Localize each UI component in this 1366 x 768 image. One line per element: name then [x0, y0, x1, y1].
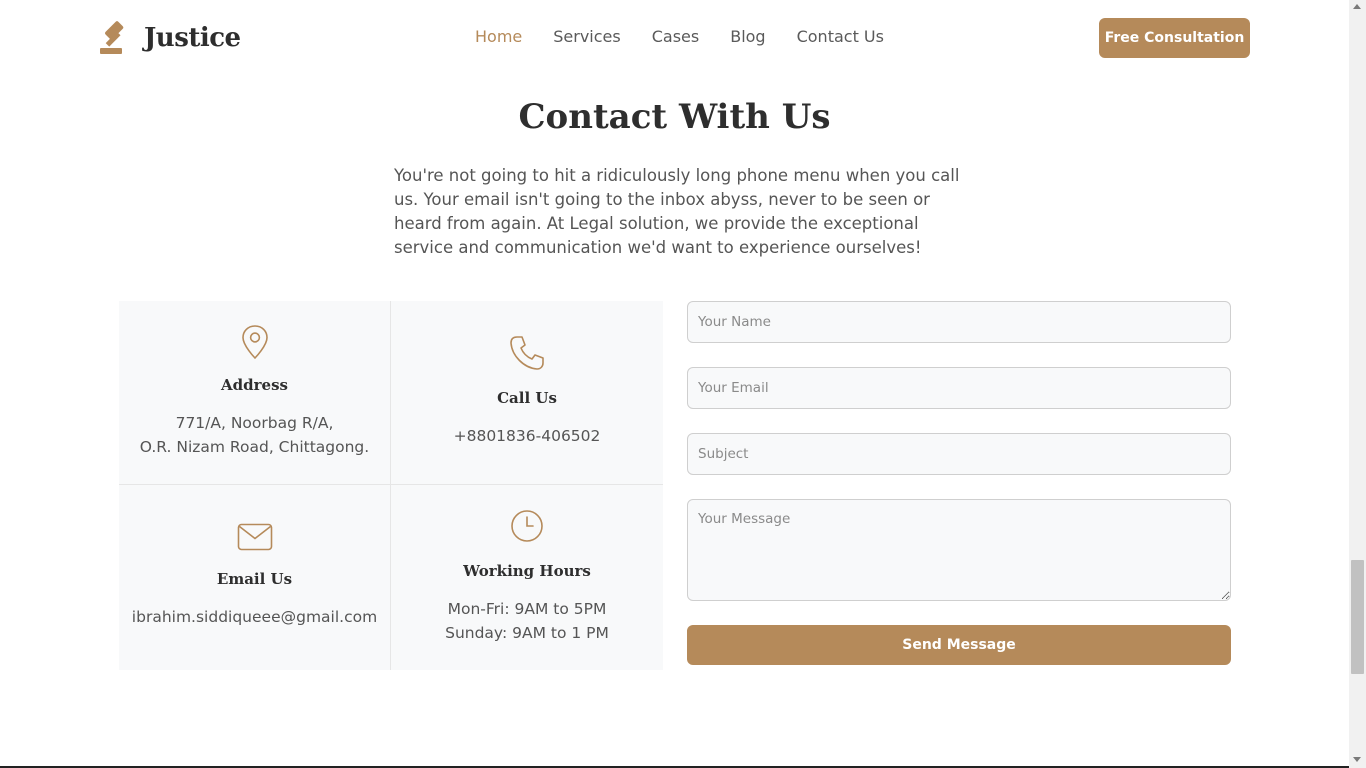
name-input[interactable]	[687, 301, 1231, 343]
hours-sunday: Sunday: 9AM to 1 PM	[445, 624, 609, 642]
hours-weekdays: Mon-Fri: 9AM to 5PM	[447, 600, 607, 618]
section-intro: You're not going to hit a ridiculously l…	[394, 166, 960, 257]
send-message-button[interactable]: Send Message	[687, 625, 1231, 665]
call-title: Call Us	[497, 389, 557, 407]
info-hours: Working Hours Mon-Fri: 9AM to 5PM Sunday…	[391, 485, 663, 670]
info-email: Email Us ibrahim.siddiqueee@gmail.com	[119, 485, 391, 670]
address-line-1: 771/A, Noorbag R/A,	[175, 414, 334, 432]
browser-viewport: Justice Home Services Cases Blog Contact…	[0, 0, 1366, 768]
scroll-up-arrow-icon[interactable]	[1353, 4, 1361, 9]
nav-cases[interactable]: Cases	[652, 27, 700, 46]
clock-icon	[511, 510, 543, 542]
contact-form: Send Message	[687, 301, 1231, 665]
nav-home[interactable]: Home	[475, 27, 522, 46]
page: Justice Home Services Cases Blog Contact…	[0, 0, 1349, 766]
section-title: Contact With Us	[518, 97, 831, 137]
nav-contact[interactable]: Contact Us	[797, 27, 884, 46]
phone-number: +8801836-406502	[453, 427, 601, 445]
vertical-scrollbar[interactable]	[1349, 0, 1366, 768]
phone-icon	[510, 336, 544, 370]
map-pin-icon	[241, 325, 268, 360]
free-consultation-button[interactable]: Free Consultation	[1099, 18, 1250, 58]
hours-title: Working Hours	[463, 562, 591, 580]
email-input[interactable]	[687, 367, 1231, 409]
scrollbar-thumb[interactable]	[1351, 560, 1364, 674]
subject-input[interactable]	[687, 433, 1231, 475]
nav-blog[interactable]: Blog	[730, 27, 765, 46]
navbar: Justice Home Services Cases Blog Contact…	[0, 0, 1349, 78]
main-nav: Home Services Cases Blog Contact Us	[475, 27, 884, 46]
email-title: Email Us	[216, 570, 293, 588]
message-textarea[interactable]	[687, 499, 1231, 601]
nav-services[interactable]: Services	[553, 27, 620, 46]
scroll-down-arrow-icon[interactable]	[1353, 757, 1361, 762]
envelope-icon	[237, 523, 272, 551]
brand-name: Justice	[144, 23, 241, 53]
logo[interactable]: Justice	[98, 19, 241, 57]
contact-info-grid: Address 771/A, Noorbag R/A, O.R. Nizam R…	[119, 301, 663, 670]
email-address[interactable]: ibrahim.siddiqueee@gmail.com	[132, 605, 377, 629]
info-call: Call Us +8801836-406502	[391, 301, 663, 485]
gavel-icon	[100, 21, 124, 54]
address-line-2: O.R. Nizam Road, Chittagong.	[139, 438, 370, 456]
info-address: Address 771/A, Noorbag R/A, O.R. Nizam R…	[119, 301, 391, 485]
address-title: Address	[221, 376, 288, 394]
